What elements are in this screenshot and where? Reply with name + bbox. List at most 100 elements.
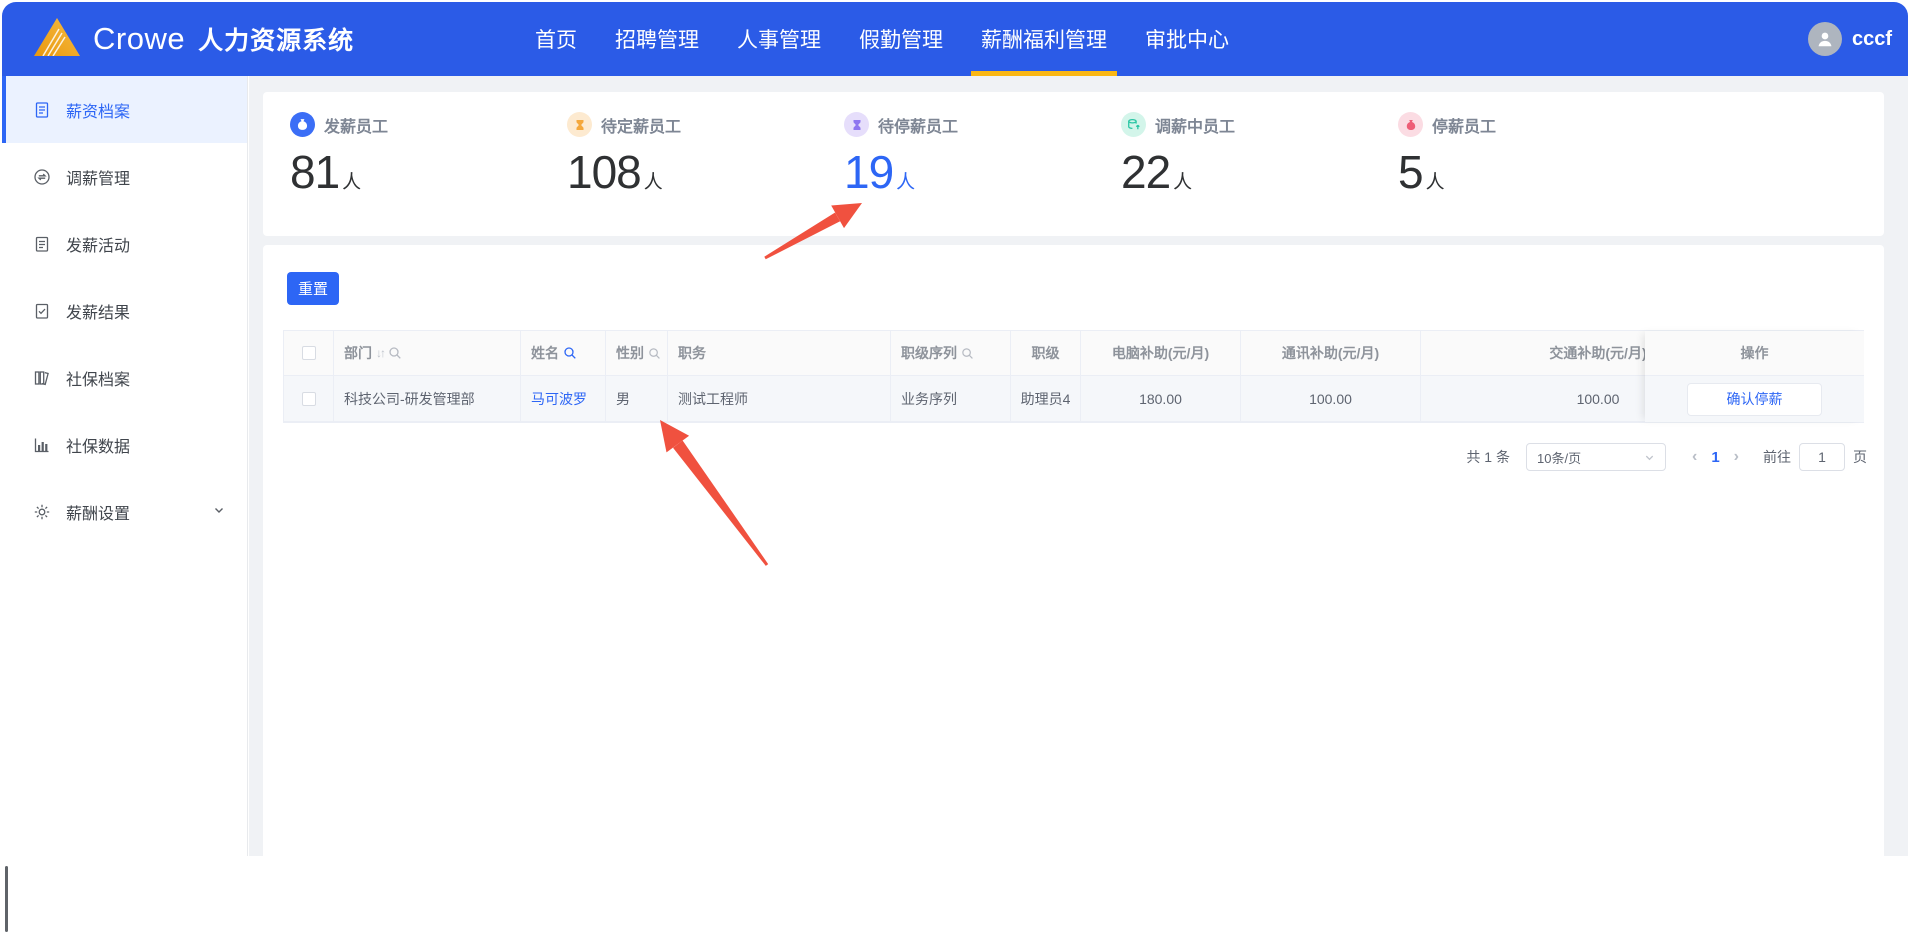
coins-icon [1121, 112, 1146, 137]
confirm-stop-salary-button[interactable]: 确认停薪 [1687, 382, 1822, 416]
column-header-position: 职务 [678, 345, 706, 361]
stat-value: 5 [1398, 146, 1424, 198]
column-header-name: 姓名 [531, 345, 559, 361]
money-bag-icon [1398, 112, 1423, 137]
goto-label: 前往 [1763, 449, 1791, 465]
column-header-gender: 性别 [616, 345, 644, 361]
stat-value: 81 [290, 146, 340, 198]
cell-gender: 男 [616, 390, 630, 407]
search-icon[interactable] [648, 347, 661, 360]
select-all-checkbox[interactable] [301, 346, 316, 360]
table-header-row: 部门 ↓↑ 姓名 性别 职务 职级序列 职级 电脑补助(元/月) 通讯补助(元/… [284, 331, 1721, 376]
page-size-select[interactable]: 10条/页 [1526, 443, 1666, 471]
sidebar-item-salary-adjust[interactable]: 调薪管理 [2, 143, 247, 210]
sidebar-item-salary-settings[interactable]: 薪酬设置 [2, 478, 247, 545]
cell-computer-allowance: 180.00 [1139, 390, 1182, 407]
stat-pending-stop-employees[interactable]: 待停薪员工 19 人 [844, 112, 958, 195]
sidebar-item-payroll-result[interactable]: 发薪结果 [2, 277, 247, 344]
money-bag-icon [290, 112, 315, 137]
column-header-computer-allowance: 电脑补助(元/月) [1111, 345, 1210, 361]
pagination: 共 1 条 10条/页 ‹ 1 › 前往 页 [1466, 443, 1867, 471]
nav-item-attendance[interactable]: 假勤管理 [857, 2, 945, 76]
bar-chart-icon [34, 438, 49, 452]
sidebar-item-social-data[interactable]: 社保数据 [2, 411, 247, 478]
stat-pending-salary-employees[interactable]: 待定薪员工 108 人 [567, 112, 681, 195]
table-row: 科技公司-研发管理部 马可波罗 男 测试工程师 业务序列 助理员4 180.00… [284, 376, 1721, 422]
sidebar-item-social-archive[interactable]: 社保档案 [2, 344, 247, 411]
next-page-button[interactable]: › [1724, 448, 1749, 466]
nav-item-compensation[interactable]: 薪酬福利管理 [971, 2, 1117, 76]
scrollbar-thumb[interactable] [5, 866, 8, 932]
clipboard-check-icon [35, 303, 49, 319]
main-nav: 首页 招聘管理 人事管理 假勤管理 薪酬福利管理 审批中心 [533, 2, 1231, 76]
app-title: 人力资源系统 [198, 27, 355, 55]
stat-value: 108 [567, 146, 642, 198]
nav-item-personnel[interactable]: 人事管理 [735, 2, 823, 76]
row-checkbox[interactable] [301, 391, 316, 406]
username: cccf [1851, 27, 1892, 50]
nav-item-approval[interactable]: 审批中心 [1143, 2, 1231, 76]
nav-item-recruit[interactable]: 招聘管理 [613, 2, 701, 76]
fixed-action-column: 操作 确认停薪 [1645, 331, 1864, 422]
stat-label: 发薪员工 [324, 118, 389, 136]
table-panel: 重置 部门 ↓↑ 姓名 性别 职务 职级序列 职级 电脑补助(元/月) 通讯补助… [263, 245, 1884, 856]
prev-page-button[interactable]: ‹ [1682, 448, 1707, 466]
pagination-total: 共 1 条 [1466, 449, 1510, 465]
column-header-communication-allowance: 通讯补助(元/月) [1281, 345, 1380, 361]
stat-label: 待定薪员工 [601, 118, 682, 136]
search-icon[interactable] [388, 346, 402, 360]
sidebar-item-payroll-activity[interactable]: 发薪活动 [2, 210, 247, 277]
stat-unit: 人 [1425, 172, 1445, 193]
column-header-rank-series: 职级序列 [901, 345, 957, 361]
gear-icon [34, 504, 50, 519]
stat-unit: 人 [643, 172, 663, 193]
stat-unit: 人 [342, 172, 362, 193]
exchange-icon [34, 168, 50, 185]
stats-panel: 发薪员工 81 人 待定薪员工 108 人 待停薪员工 19 人 调薪中员工 2… [263, 92, 1884, 236]
cell-rank-series: 业务序列 [901, 390, 957, 407]
stat-value: 19 [844, 146, 894, 198]
cell-position: 测试工程师 [678, 390, 748, 407]
search-icon[interactable] [563, 346, 577, 360]
chevron-down-icon [213, 503, 225, 521]
reset-button[interactable]: 重置 [287, 272, 339, 305]
page-unit-label: 页 [1853, 449, 1867, 465]
column-header-action: 操作 [1740, 345, 1769, 361]
sidebar-item-salary-archive[interactable]: 薪资档案 [2, 76, 247, 143]
sort-icon[interactable]: ↓↑ [376, 346, 386, 360]
nav-item-home[interactable]: 首页 [533, 2, 579, 76]
hourglass-icon [567, 112, 592, 137]
archive-icon [34, 370, 49, 385]
stat-unit: 人 [896, 172, 916, 193]
cell-department: 科技公司-研发管理部 [344, 390, 475, 407]
user-avatar-icon [1807, 22, 1842, 56]
stat-label: 待停薪员工 [878, 118, 959, 136]
hourglass-icon [844, 112, 869, 137]
clipboard-icon [35, 236, 49, 252]
top-navbar: Crowe 人力资源系统 首页 招聘管理 人事管理 假勤管理 薪酬福利管理 审批… [2, 2, 1908, 76]
stat-unit: 人 [1173, 172, 1193, 193]
employee-table: 部门 ↓↑ 姓名 性别 职务 职级序列 职级 电脑补助(元/月) 通讯补助(元/… [283, 330, 1864, 423]
cell-transport-allowance: 100.00 [1576, 390, 1620, 407]
stat-stopped-employees[interactable]: 停薪员工 5人 [1398, 112, 1496, 195]
goto-page-input[interactable] [1799, 443, 1845, 471]
stat-payroll-employees[interactable]: 发薪员工 81 人 [290, 112, 388, 195]
document-icon [35, 101, 49, 118]
user-menu[interactable]: cccf [1807, 2, 1892, 76]
brand[interactable]: Crowe 人力资源系统 [34, 2, 354, 76]
search-icon[interactable] [961, 347, 974, 360]
stat-label: 调薪中员工 [1155, 118, 1236, 136]
sidebar: 薪资档案 调薪管理 发薪活动 发薪结果 社保档案 社保数据 薪酬设置 [2, 76, 248, 932]
brand-name: Crowe [93, 21, 186, 56]
column-header-rank: 职级 [1031, 345, 1060, 361]
cell-rank: 助理员4 [1020, 390, 1071, 407]
stat-value: 22 [1121, 146, 1171, 198]
stat-label: 停薪员工 [1432, 118, 1497, 136]
employee-name-link[interactable]: 马可波罗 [531, 389, 587, 409]
column-header-transport-allowance: 交通补助(元/月) [1549, 345, 1647, 361]
current-page[interactable]: 1 [1707, 449, 1723, 466]
stat-adjusting-employees[interactable]: 调薪中员工 22 人 [1121, 112, 1235, 195]
chevron-down-icon [1644, 452, 1655, 463]
cell-communication-allowance: 100.00 [1309, 390, 1352, 407]
crowe-logo-icon [34, 17, 80, 61]
